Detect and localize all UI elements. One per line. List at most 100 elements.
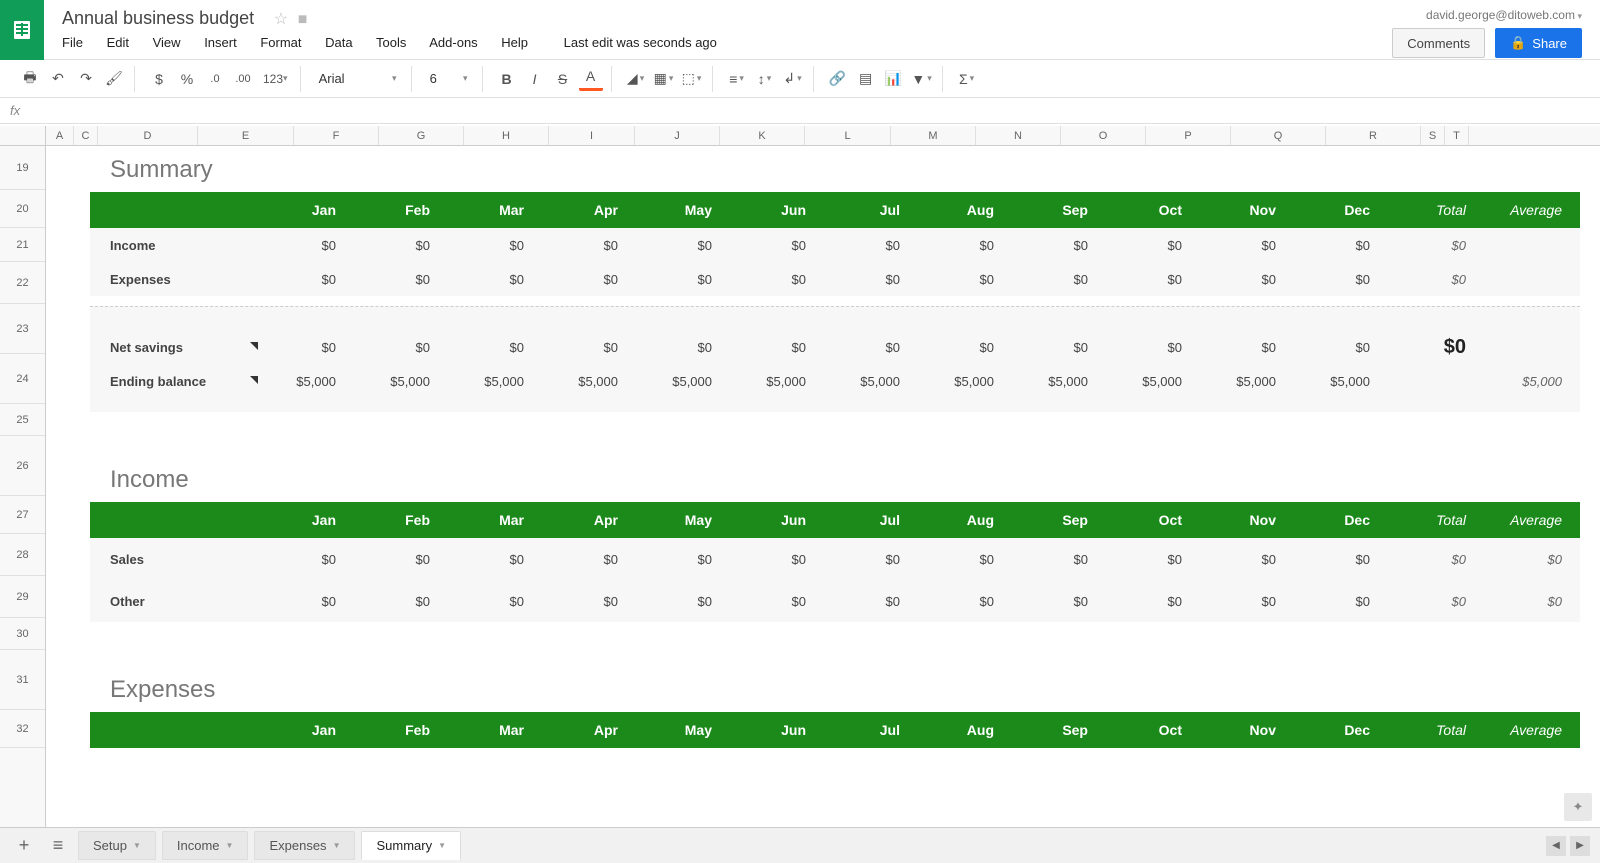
cell[interactable]: $0 [918,552,1012,567]
cell[interactable]: $0 [354,552,448,567]
paint-format-icon[interactable]: 🖌 [102,67,126,91]
menu-addons[interactable]: Add-ons [429,35,477,50]
row-header-23[interactable]: 23 [0,304,45,354]
cell[interactable]: $5,000 [354,374,448,389]
tab-menu-caret[interactable]: ▼ [333,841,341,850]
column-header-I[interactable]: I [549,126,635,145]
cell[interactable]: $0 [824,594,918,609]
menu-file[interactable]: File [62,35,83,50]
cell[interactable]: $0 [542,340,636,355]
cell[interactable]: $0 [542,552,636,567]
cell[interactable]: $0 [824,552,918,567]
cell[interactable]: $0 [730,340,824,355]
cell[interactable]: $5,000 [448,374,542,389]
menu-edit[interactable]: Edit [107,35,129,50]
column-header-J[interactable]: J [635,126,720,145]
cell[interactable]: $0 [1012,552,1106,567]
strikethrough-button[interactable]: S [551,67,575,91]
folder-icon[interactable]: ■ [298,11,308,28]
cell[interactable]: $5,000 [730,374,824,389]
cell[interactable]: $0 [448,272,542,287]
row-header-22[interactable]: 22 [0,262,45,304]
cell[interactable]: $0 [260,238,354,253]
cell[interactable]: $0 [1294,594,1388,609]
horizontal-align-button[interactable]: ≡▾ [725,67,749,91]
tab-menu-caret[interactable]: ▼ [226,841,234,850]
filter-button[interactable]: ▼▾ [910,67,934,91]
share-button[interactable]: 🔒 Share [1495,28,1582,58]
cell[interactable]: $0 [824,272,918,287]
redo-icon[interactable]: ↷ [74,67,98,91]
column-header-N[interactable]: N [976,126,1061,145]
account-email[interactable]: david.george@ditoweb.com [1426,8,1582,22]
column-header-E[interactable]: E [198,126,294,145]
select-all-corner[interactable] [0,126,45,146]
fill-color-button[interactable]: ◢▾ [624,67,648,91]
menu-data[interactable]: Data [325,35,352,50]
cell[interactable]: $0 [354,340,448,355]
column-header-O[interactable]: O [1061,126,1146,145]
cell[interactable]: $0 [354,238,448,253]
cell[interactable]: $0 [730,272,824,287]
column-header-C[interactable]: C [74,126,98,145]
menu-view[interactable]: View [153,35,181,50]
cell[interactable]: $5,000 [260,374,354,389]
table-row[interactable]: Sales$0$0$0$0$0$0$0$0$0$0$0$0$0$0 [90,538,1580,580]
cell[interactable]: $0 [448,340,542,355]
row-header-21[interactable]: 21 [0,228,45,262]
row-header-28[interactable]: 28 [0,534,45,576]
cell[interactable]: $0 [1012,594,1106,609]
column-header-K[interactable]: K [720,126,805,145]
cell[interactable]: $0 [1294,238,1388,253]
print-icon[interactable]: 🖶 [18,67,42,91]
column-header-A[interactable]: A [46,126,74,145]
column-header-T[interactable]: T [1445,126,1469,145]
insert-chart-button[interactable]: 📊 [882,67,906,91]
all-sheets-button[interactable]: ≡ [44,832,72,860]
column-header-R[interactable]: R [1326,126,1421,145]
cell[interactable]: $5,000 [636,374,730,389]
cell[interactable]: $0 [730,238,824,253]
cell[interactable]: $0 [448,238,542,253]
font-family-select[interactable]: Arial▾ [313,68,403,89]
column-header-Q[interactable]: Q [1231,126,1326,145]
currency-button[interactable]: $ [147,67,171,91]
total-cell[interactable]: $0 [1388,272,1484,287]
row-header-24[interactable]: 24 [0,354,45,404]
cell[interactable]: $0 [260,340,354,355]
tab-menu-caret[interactable]: ▼ [133,841,141,850]
decrease-decimal-button[interactable]: .0 [203,67,227,91]
cell[interactable]: $0 [1106,552,1200,567]
column-header-S[interactable]: S [1421,126,1445,145]
cell[interactable]: $0 [1294,340,1388,355]
cell[interactable]: $5,000 [1200,374,1294,389]
cell[interactable]: $0 [730,552,824,567]
average-cell[interactable]: $0 [1484,552,1580,567]
cell[interactable]: $0 [1200,552,1294,567]
italic-button[interactable]: I [523,67,547,91]
increase-decimal-button[interactable]: .00 [231,67,255,91]
bold-button[interactable]: B [495,67,519,91]
column-header-L[interactable]: L [805,126,891,145]
number-format-button[interactable]: 123 ▾ [259,67,292,91]
cell[interactable]: $0 [1200,594,1294,609]
cell[interactable]: $0 [542,238,636,253]
column-header-G[interactable]: G [379,126,464,145]
font-size-select[interactable]: 6▾ [424,68,474,89]
cell[interactable]: $0 [1106,340,1200,355]
table-row[interactable]: Income$0$0$0$0$0$0$0$0$0$0$0$0$0 [90,228,1580,262]
column-header-P[interactable]: P [1146,126,1231,145]
row-header-26[interactable]: 26 [0,436,45,496]
text-wrap-button[interactable]: ↲▾ [781,67,805,91]
total-cell[interactable]: $0 [1388,594,1484,609]
insert-comment-button[interactable]: ▤ [854,67,878,91]
cell[interactable]: $0 [260,552,354,567]
cell[interactable]: $0 [636,340,730,355]
vertical-align-button[interactable]: ↕▾ [753,67,777,91]
row-header-25[interactable]: 25 [0,404,45,436]
average-cell[interactable]: $5,000 [1484,374,1580,389]
cell[interactable]: $0 [448,594,542,609]
cell[interactable]: $0 [354,594,448,609]
cell[interactable]: $5,000 [918,374,1012,389]
sheet-tab-summary[interactable]: Summary▼ [361,831,461,860]
